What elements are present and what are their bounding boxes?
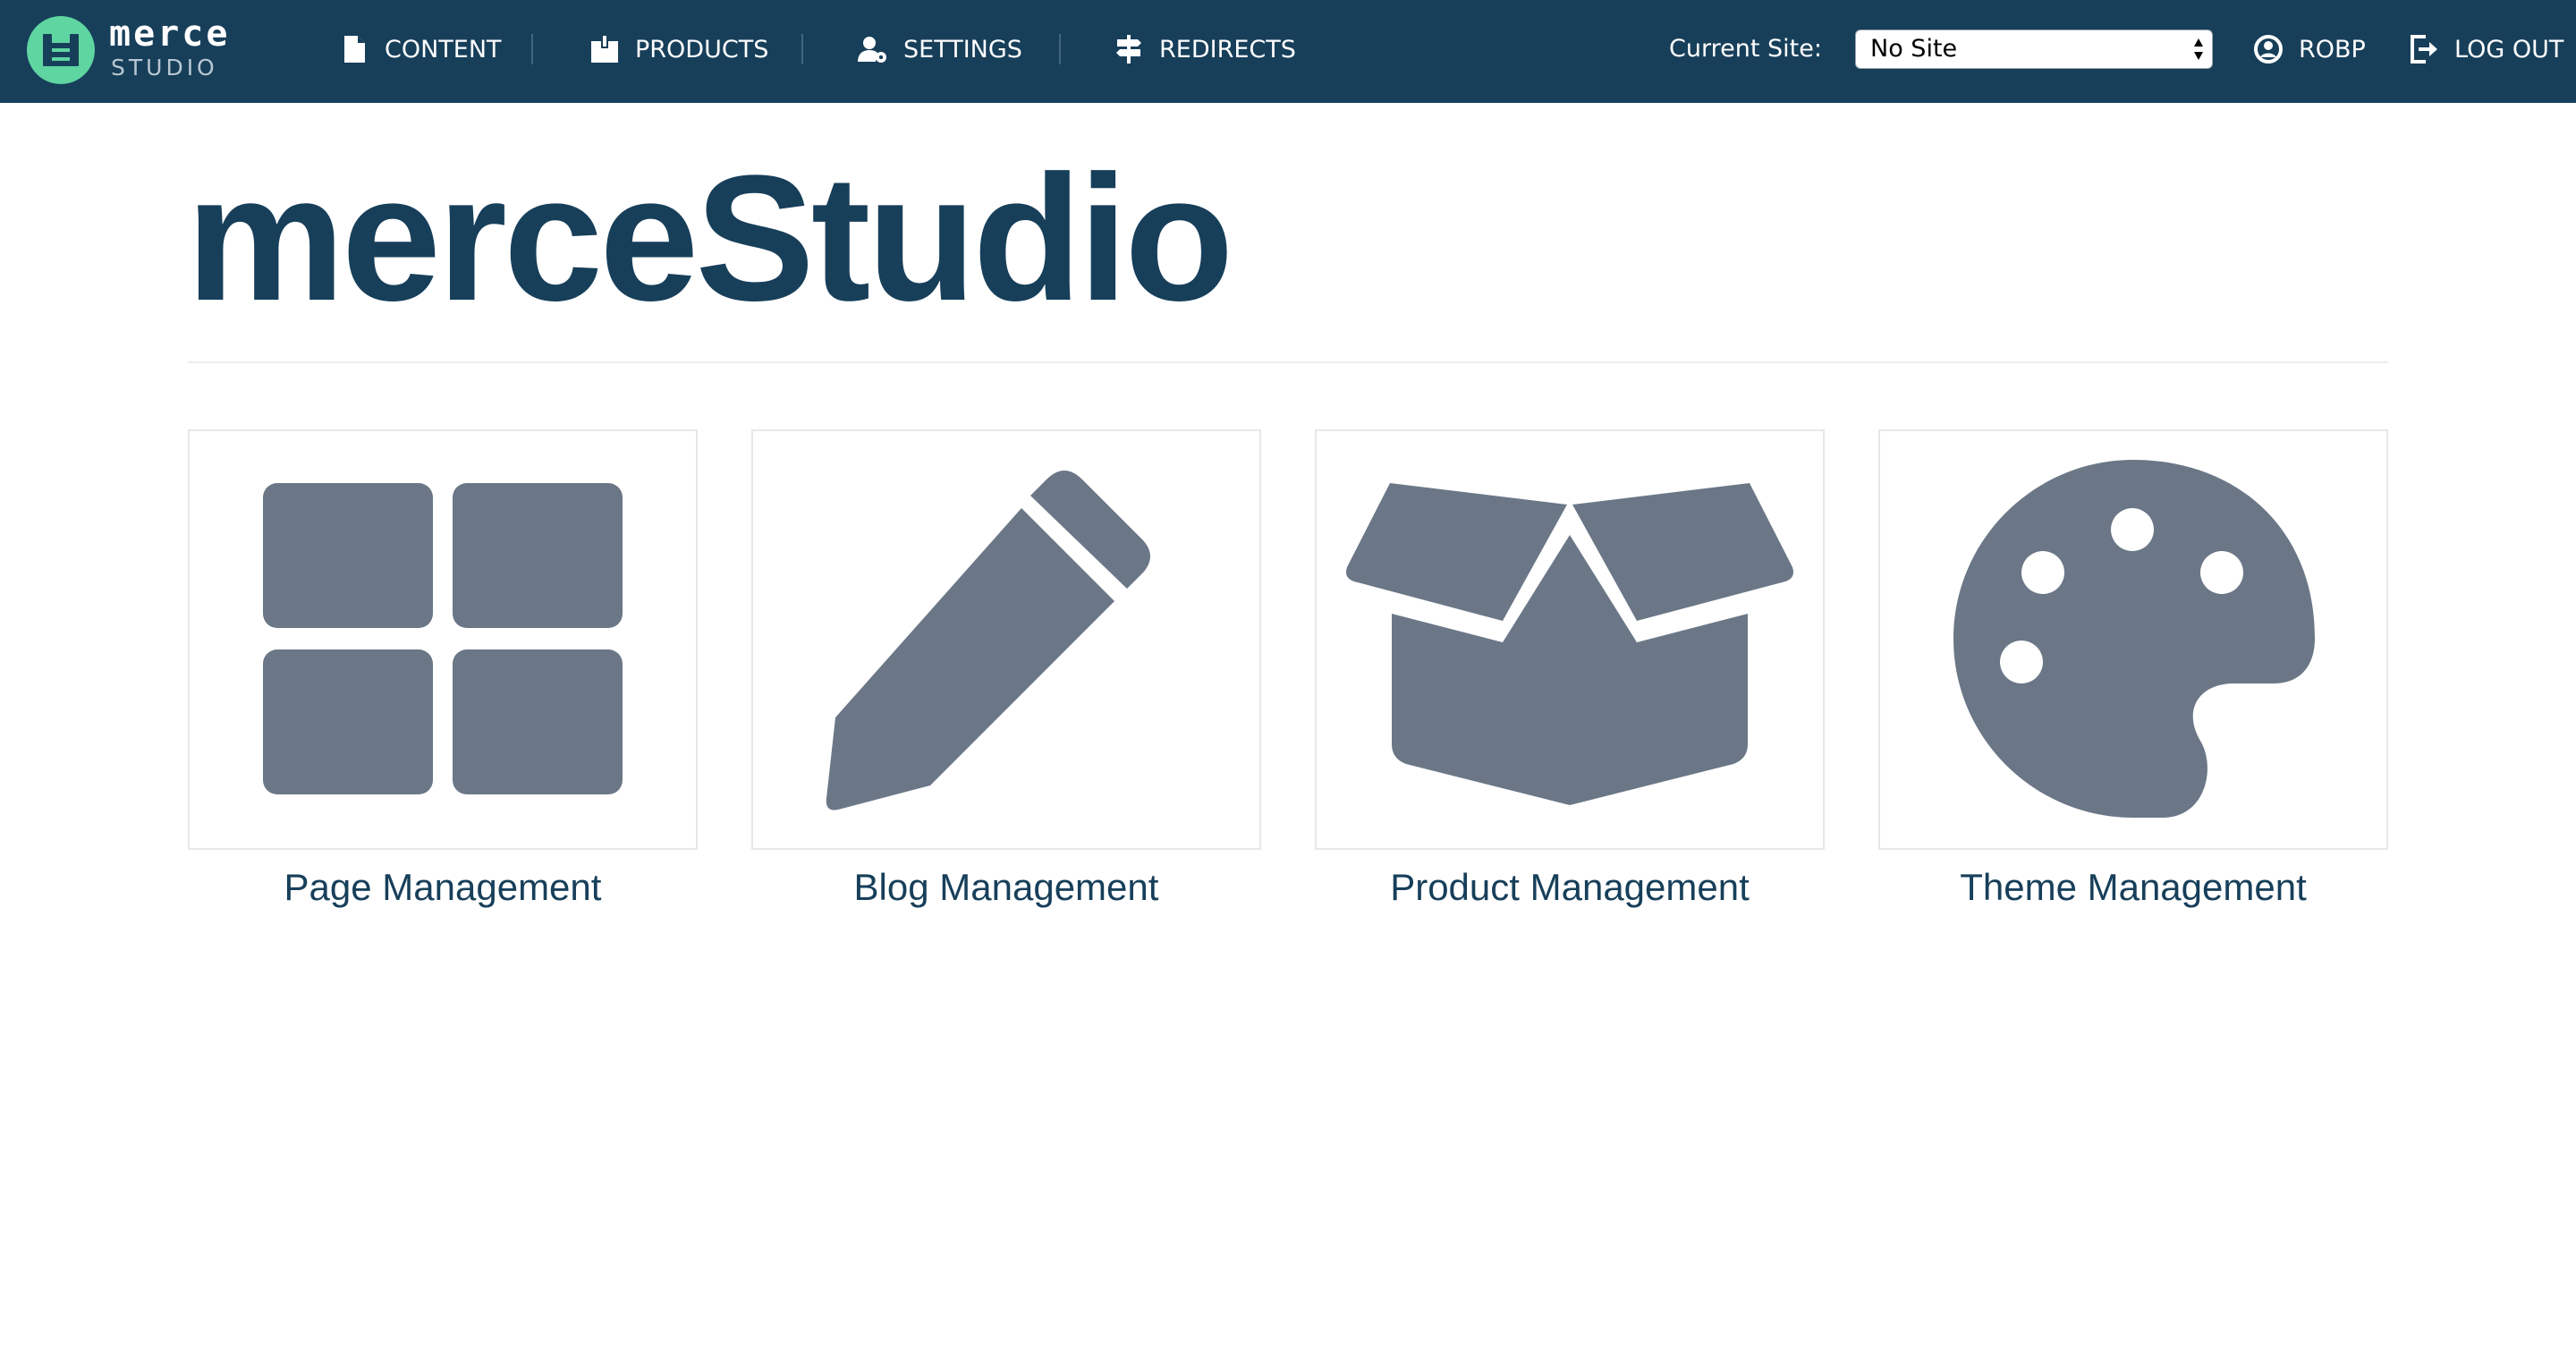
open-box-icon — [1346, 483, 1793, 805]
card-label: Product Management — [1390, 866, 1750, 908]
palette-icon — [1953, 460, 2315, 818]
card-label: Theme Management — [1960, 866, 2307, 908]
signpost-icon — [1113, 33, 1145, 65]
logo-wordmark: merce — [109, 13, 231, 55]
nav-item-content[interactable]: CONTENT — [338, 27, 502, 72]
nav-divider — [1059, 34, 1061, 64]
user-cog-icon — [857, 33, 889, 65]
user-circle-icon — [2252, 33, 2284, 65]
page-title: merceStudio — [186, 139, 1233, 338]
nav-divider — [531, 34, 533, 64]
card-theme-management[interactable]: Theme Management — [1878, 429, 2388, 911]
pencil-icon — [826, 471, 1150, 811]
nav-item-label: PRODUCTS — [635, 35, 769, 64]
select-arrows-icon — [2192, 36, 2205, 63]
card-icon-box — [751, 429, 1261, 850]
card-blog-management[interactable]: Blog Management — [751, 429, 1261, 911]
nav-divider — [801, 34, 803, 64]
title-divider — [188, 361, 2388, 363]
card-page-management[interactable]: Page Management — [188, 429, 698, 911]
nav-item-settings[interactable]: SETTINGS — [857, 27, 1022, 72]
nav-item-products[interactable]: PRODUCTS — [589, 27, 768, 72]
top-navigation-bar: merce STUDIO CONTENT PRODUCTS SETTINGS R… — [0, 0, 2576, 103]
logout-button[interactable]: LOG OUT — [2408, 27, 2563, 72]
card-icon-box — [188, 429, 698, 850]
card-product-management[interactable]: Product Management — [1315, 429, 1825, 911]
logout-icon — [2408, 33, 2440, 65]
card-label: Page Management — [284, 866, 602, 908]
card-icon-box — [1315, 429, 1825, 850]
user-name: ROBP — [2299, 35, 2366, 64]
logo-subtitle: STUDIO — [111, 55, 218, 81]
card-icon-box — [1878, 429, 2388, 850]
nav-item-label: SETTINGS — [903, 35, 1022, 64]
nav-item-label: REDIRECTS — [1159, 35, 1296, 64]
box-icon — [589, 33, 621, 65]
grid-icon — [263, 483, 623, 794]
current-site-select[interactable]: No Site — [1855, 30, 2213, 69]
nav-item-label: CONTENT — [385, 35, 502, 64]
current-site-value: No Site — [1870, 35, 1958, 63]
logout-label: LOG OUT — [2454, 35, 2564, 64]
card-label: Blog Management — [853, 866, 1159, 908]
nav-item-redirects[interactable]: REDIRECTS — [1113, 27, 1296, 72]
merce-studio-logo[interactable]: merce STUDIO — [27, 16, 250, 88]
logo-badge-icon — [27, 16, 95, 84]
file-icon — [338, 33, 370, 65]
user-menu[interactable]: ROBP — [2252, 27, 2366, 72]
current-site-label: Current Site: — [1669, 35, 1822, 63]
